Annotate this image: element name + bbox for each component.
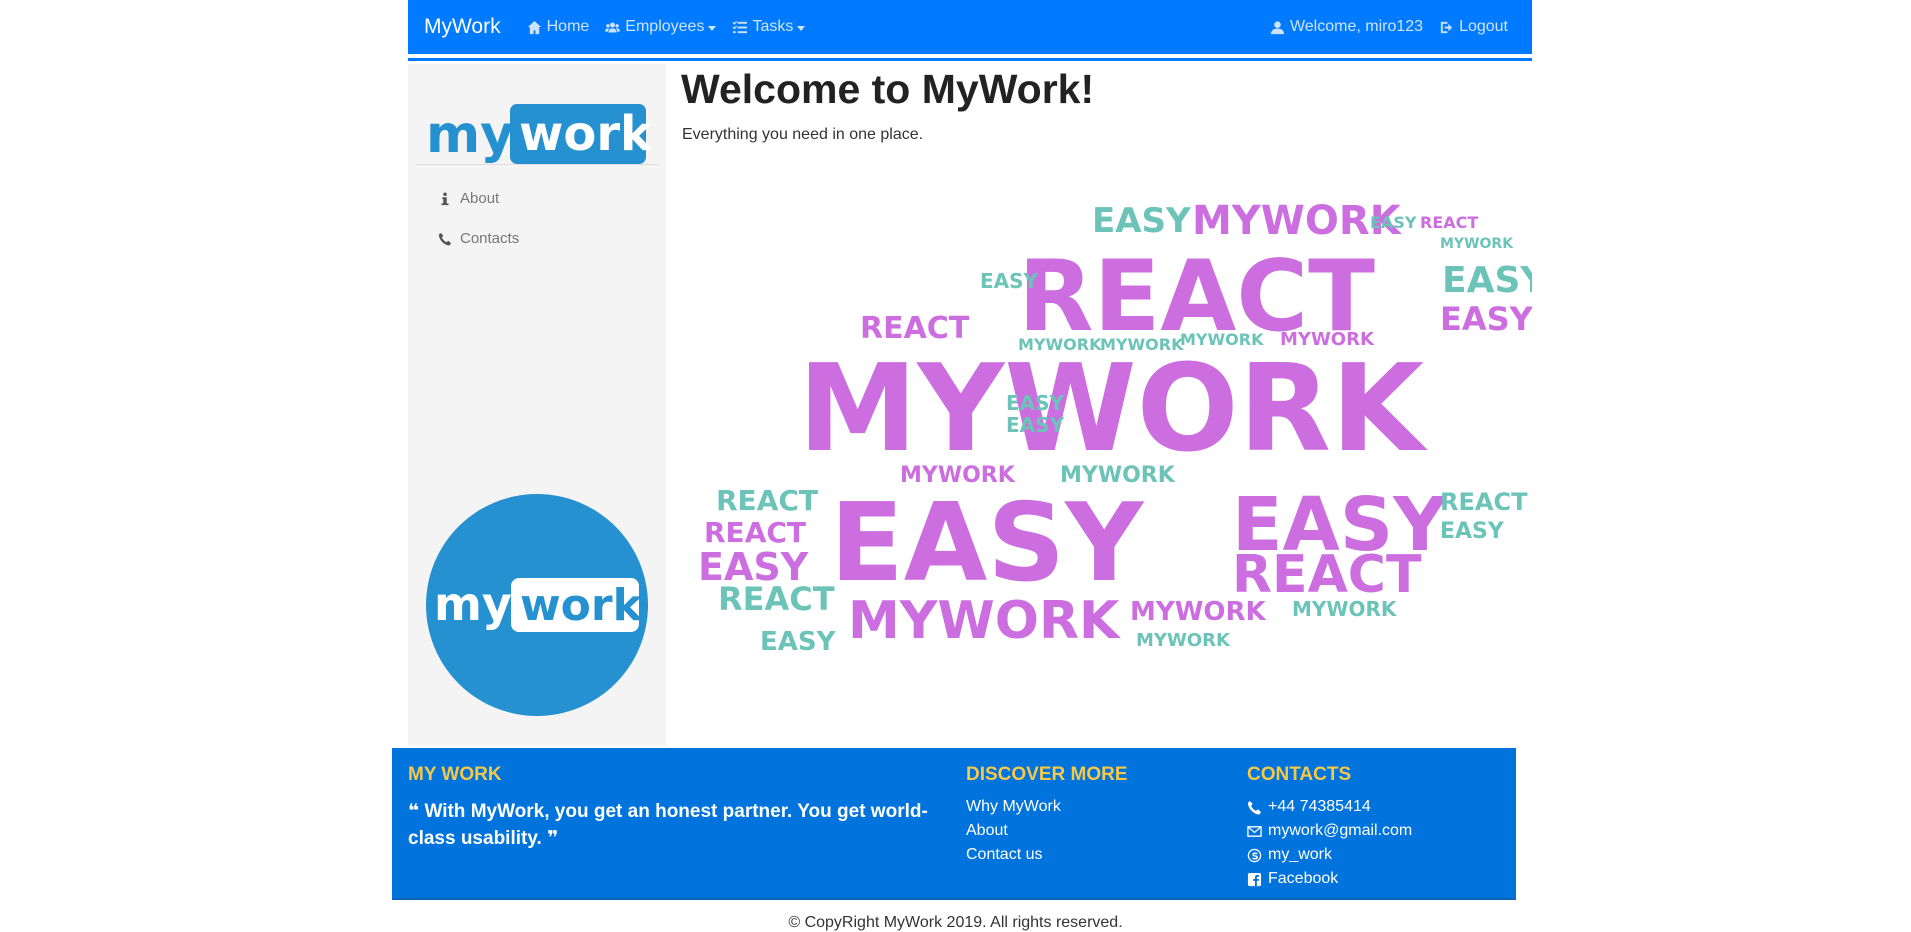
svg-text:my: my (426, 105, 514, 164)
svg-text:EASY: EASY (1370, 213, 1417, 232)
svg-text:REACT: REACT (860, 311, 970, 346)
svg-text:EASY: EASY (760, 627, 837, 657)
user-icon (1270, 20, 1285, 34)
svg-text:EASY: EASY (1440, 300, 1532, 338)
page-subtitle: Everything you need in one place. (682, 126, 924, 143)
footer-heading-contacts: CONTACTS (1247, 764, 1352, 785)
svg-text:MYWORK: MYWORK (848, 591, 1121, 651)
brand-link[interactable]: MyWork (424, 15, 501, 39)
navbar-underline (408, 58, 1532, 61)
chevron-down-icon (797, 25, 806, 31)
footer-underline (392, 898, 1516, 900)
footer-quote: ❝ With MyWork, you get an honest partner… (408, 798, 928, 852)
footer-quote-text: With MyWork, you get an honest partner. … (408, 801, 928, 849)
nav-tasks-label: Tasks (752, 18, 794, 35)
facebook-icon (1247, 872, 1262, 886)
svg-text:EASY: EASY (1006, 413, 1065, 437)
user-welcome[interactable]: Welcome, miro123 (1270, 18, 1423, 36)
phone-icon (1247, 800, 1262, 815)
nav-right-group: Welcome, miro123 Logout (1270, 18, 1524, 36)
svg-text:MYWORK: MYWORK (1136, 630, 1231, 651)
logout-link[interactable]: Logout (1439, 18, 1508, 36)
phone-icon (438, 232, 452, 246)
svg-text:S: S (1252, 851, 1259, 862)
svg-text:REACT: REACT (716, 484, 818, 517)
circle-logo-mark: my work (434, 577, 644, 632)
svg-text:EASY: EASY (1440, 519, 1505, 544)
nav-home-label: Home (546, 18, 590, 35)
footer-link-about[interactable]: About (966, 822, 1008, 840)
skype-icon: S (1247, 848, 1262, 862)
tasks-icon (732, 20, 748, 33)
footer-facebook-label: Facebook (1268, 870, 1339, 887)
svg-text:REACT: REACT (718, 580, 835, 618)
sidebar-divider (416, 164, 658, 165)
svg-text:work: work (519, 106, 650, 162)
svg-text:MYWORK: MYWORK (1130, 597, 1267, 627)
svg-text:MYWORK: MYWORK (1292, 597, 1398, 621)
footer-phone[interactable]: +44 74385414 (1247, 798, 1371, 816)
sidebar-item-label: Contacts (460, 230, 520, 247)
svg-text:MYWORK: MYWORK (1280, 329, 1375, 350)
chevron-down-icon (708, 25, 717, 31)
sidebar: my work About Contacts my work (408, 64, 666, 746)
footer-skype[interactable]: S my_work (1247, 846, 1332, 864)
svg-text:MYWORK: MYWORK (1100, 335, 1184, 354)
svg-text:MYWORK: MYWORK (1180, 330, 1264, 349)
footer-facebook[interactable]: Facebook (1247, 870, 1338, 888)
svg-text:REACT: REACT (1440, 488, 1528, 516)
nav-employees-dropdown[interactable]: Employees (605, 18, 717, 36)
footer-heading-discover: DISCOVER MORE (966, 764, 1128, 785)
svg-text:MYWORK: MYWORK (1440, 236, 1514, 252)
svg-text:MYWORK: MYWORK (1060, 463, 1176, 488)
svg-text:my: my (434, 577, 512, 631)
nav-employees-label: Employees (625, 18, 705, 35)
footer: MY WORK ❝ With MyWork, you get an honest… (392, 748, 1516, 900)
footer-email-label: mywork@gmail.com (1268, 822, 1413, 839)
svg-text:EASY: EASY (1442, 260, 1532, 301)
mywork-circle-logo: my work (426, 494, 648, 716)
quote-close-icon: ❞ (547, 828, 559, 849)
svg-text:EASY: EASY (830, 481, 1145, 606)
mywork-logo: my work (426, 104, 650, 164)
footer-heading-mywork: MY WORK (408, 764, 502, 785)
footer-skype-label: my_work (1268, 846, 1333, 863)
svg-text:work: work (520, 580, 644, 631)
top-navbar: MyWork Home Employees Tasks Welcome, mir… (408, 0, 1532, 54)
quote-open-icon: ❝ (408, 801, 420, 822)
svg-text:MYWORK: MYWORK (1018, 335, 1102, 354)
logout-icon (1440, 21, 1453, 33)
footer-email[interactable]: mywork@gmail.com (1247, 822, 1412, 840)
svg-text:MYWORK: MYWORK (900, 463, 1016, 488)
logout-label: Logout (1459, 18, 1508, 35)
footer-link-why[interactable]: Why MyWork (966, 798, 1061, 816)
sidebar-item-contacts[interactable]: Contacts (438, 230, 519, 247)
svg-text:MYWORK: MYWORK (798, 340, 1428, 479)
svg-text:EASY: EASY (1092, 201, 1191, 241)
svg-text:REACT: REACT (1232, 545, 1422, 605)
sidebar-item-about[interactable]: About (438, 190, 499, 207)
envelope-icon (1247, 825, 1262, 837)
svg-text:EASY: EASY (980, 269, 1039, 293)
footer-link-contact[interactable]: Contact us (966, 846, 1042, 864)
copyright-text: © CopyRight MyWork 2019. All rights rese… (788, 914, 1123, 931)
footer-phone-label: +44 74385414 (1268, 798, 1371, 815)
sidebar-item-label: About (460, 190, 500, 207)
user-welcome-label: Welcome, miro123 (1289, 18, 1424, 35)
svg-text:EASY: EASY (1006, 391, 1065, 415)
nav-tasks-dropdown[interactable]: Tasks (732, 18, 806, 36)
users-icon (605, 22, 621, 32)
home-icon (527, 20, 541, 34)
nav-home[interactable]: Home (527, 18, 590, 36)
svg-text:REACT: REACT (1420, 213, 1478, 232)
word-cloud-image: REACT MYWORK EASY EASY REACT MYWORK MYWO… (698, 198, 1532, 657)
info-icon (441, 191, 449, 205)
page-title: Welcome to MyWork! (681, 66, 1095, 112)
